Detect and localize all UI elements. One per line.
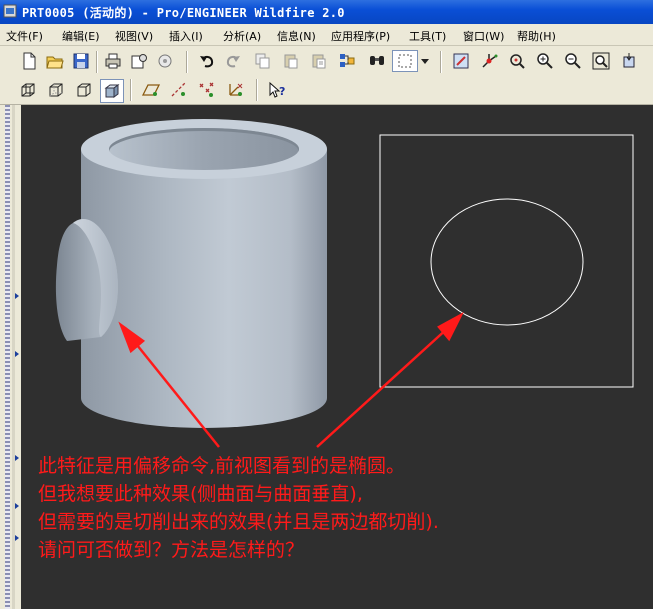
cylinder-body — [81, 119, 327, 428]
orient-mode-icon[interactable] — [506, 50, 528, 72]
menu-tools[interactable]: 工具(T) — [409, 28, 446, 44]
main-toolbar — [0, 46, 653, 76]
reorient-icon[interactable] — [618, 50, 640, 72]
panel-expand-icon[interactable] — [15, 293, 19, 299]
menu-help[interactable]: 帮助(H) — [517, 28, 556, 44]
menu-applications[interactable]: 应用程序(P) — [331, 28, 390, 44]
spin-center-icon[interactable] — [478, 50, 500, 72]
datum-points-icon[interactable] — [196, 79, 218, 101]
save-icon[interactable] — [70, 50, 92, 72]
zoom-out-icon[interactable] — [562, 50, 584, 72]
window-title: PRT0005 (活动的) - Pro/ENGINEER Wildfire 2.… — [22, 6, 345, 20]
find-icon[interactable] — [366, 50, 388, 72]
select-box-icon[interactable] — [392, 50, 418, 72]
panel-expand-icon[interactable] — [15, 351, 19, 357]
menu-file[interactable]: 文件(F) — [6, 28, 43, 44]
wireframe-icon[interactable] — [17, 79, 39, 101]
datum-axes-icon[interactable] — [168, 79, 190, 101]
panel-expand-icon[interactable] — [15, 535, 19, 541]
refit-icon[interactable] — [590, 50, 612, 72]
toolbar-separator — [96, 51, 98, 73]
hidden-line-icon[interactable] — [45, 79, 67, 101]
menu-bar: 文件(F) 编辑(E) 视图(V) 插入(I) 分析(A) 信息(N) 应用程序… — [0, 24, 653, 46]
menu-edit[interactable]: 编辑(E) — [62, 28, 100, 44]
panel-expand-icon[interactable] — [15, 503, 19, 509]
menu-window[interactable]: 窗口(W) — [463, 28, 504, 44]
redo-icon[interactable] — [222, 50, 244, 72]
app-icon — [3, 4, 17, 18]
toolbar-separator — [256, 79, 258, 101]
toolbar-separator — [186, 51, 188, 73]
svg-text:?: ? — [279, 85, 285, 98]
menu-info[interactable]: 信息(N) — [277, 28, 316, 44]
front-view-sketch — [379, 134, 634, 388]
menu-insert[interactable]: 插入(I) — [169, 28, 203, 44]
copy-icon[interactable] — [252, 50, 274, 72]
title-bar: PRT0005 (活动的) - Pro/ENGINEER Wildfire 2.… — [0, 0, 653, 24]
shading-icon[interactable] — [100, 79, 124, 103]
annotation-line: 此特征是用偏移命令,前视图看到的是椭圆。 — [38, 455, 406, 477]
repaint-icon[interactable] — [450, 50, 472, 72]
regenerate-manager-icon[interactable] — [336, 50, 358, 72]
context-help-icon[interactable]: ? — [266, 79, 288, 101]
undo-icon[interactable] — [196, 50, 218, 72]
open-folder-icon[interactable] — [44, 50, 66, 72]
annotation-line: 但需要的是切削出来的效果(并且是两边都切削). — [38, 511, 439, 533]
question-annotation: 此特征是用偏移命令,前视图看到的是椭圆。 但我想要此种效果(侧曲面与曲面垂直),… — [38, 452, 439, 564]
annotation-line: 但我想要此种效果(侧曲面与曲面垂直), — [38, 483, 363, 505]
print-icon[interactable] — [102, 50, 124, 72]
paste-special-icon[interactable] — [308, 50, 330, 72]
panel-sash[interactable] — [5, 105, 10, 609]
dropdown-arrow-icon[interactable] — [419, 50, 431, 72]
send-mail-icon[interactable] — [128, 50, 150, 72]
datum-planes-icon[interactable] — [140, 79, 162, 101]
coordinate-systems-icon[interactable] — [224, 79, 246, 101]
panel-expand-icon[interactable] — [15, 455, 19, 461]
zoom-in-icon[interactable] — [534, 50, 556, 72]
paste-icon[interactable] — [280, 50, 302, 72]
no-hidden-icon[interactable] — [73, 79, 95, 101]
regenerate-icon[interactable] — [154, 50, 176, 72]
new-file-icon[interactable] — [18, 50, 40, 72]
toolbar-separator — [130, 79, 132, 101]
display-toolbar: ? — [0, 76, 653, 105]
toolbar-separator — [440, 51, 442, 73]
menu-view[interactable]: 视图(V) — [115, 28, 153, 44]
annotation-line: 请问可否做到？方法是怎样的？ — [38, 539, 305, 561]
menu-analysis[interactable]: 分析(A) — [223, 28, 261, 44]
model-tree-collapsed-panel[interactable] — [0, 105, 21, 609]
panel-border — [12, 105, 15, 609]
